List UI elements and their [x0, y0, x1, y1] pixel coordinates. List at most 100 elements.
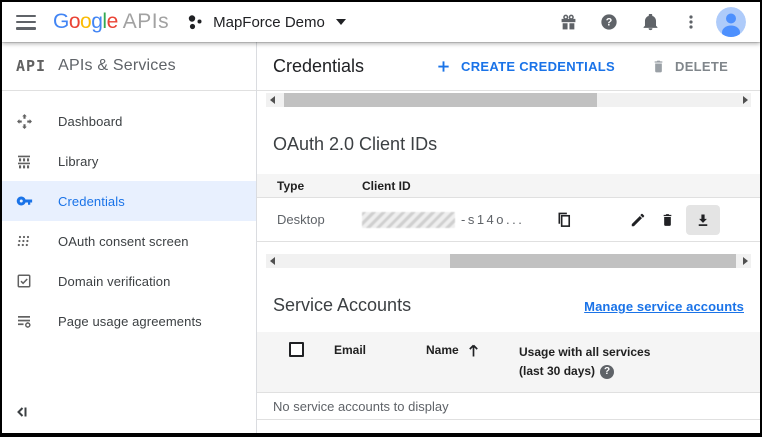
- sidebar-item-dashboard[interactable]: Dashboard: [2, 101, 256, 141]
- oauth-client-row: Desktop -s14o...: [257, 198, 760, 242]
- usage-help-icon[interactable]: ?: [600, 365, 614, 379]
- copy-client-id-button[interactable]: [556, 211, 573, 229]
- logo-letter: o: [69, 10, 80, 34]
- client-type-cell: Desktop: [277, 212, 362, 227]
- logo-letter: G: [53, 10, 69, 34]
- pencil-icon: [630, 212, 646, 228]
- service-accounts-table: Email Name Usage with all services (last…: [257, 316, 760, 420]
- gift-icon: [560, 14, 577, 31]
- sidebar-title: APIs & Services: [58, 57, 176, 75]
- copy-icon: [556, 211, 573, 229]
- sidebar-nav: Dashboard Library: [2, 91, 256, 341]
- dashboard-icon: [16, 113, 40, 130]
- svg-text:?: ?: [606, 17, 613, 29]
- notifications-button[interactable]: [638, 10, 662, 34]
- trash-icon: [651, 58, 666, 74]
- sidebar-item-label: Library: [58, 154, 98, 169]
- client-id-suffix: -s14o...: [461, 212, 524, 227]
- scrollbar-thumb[interactable]: [450, 254, 736, 268]
- sidebar-header: API APIs & Services: [2, 42, 256, 91]
- download-client-button[interactable]: [686, 205, 720, 235]
- google-apis-logo: Google APIs: [53, 10, 169, 34]
- sidebar-item-domain-verification[interactable]: Domain verification: [2, 261, 256, 301]
- logo-letter: o: [80, 10, 91, 34]
- chevron-down-icon: [336, 19, 346, 25]
- sidebar-item-label: Page usage agreements: [58, 314, 202, 329]
- project-selector[interactable]: MapForce Demo: [187, 14, 346, 31]
- scroll-left-arrow-icon[interactable]: [266, 254, 278, 268]
- scroll-right-arrow-icon[interactable]: [739, 93, 751, 107]
- sidebar-item-label: Domain verification: [58, 274, 170, 289]
- sort-ascending-icon: [467, 343, 480, 358]
- sidebar-item-oauth-consent-screen[interactable]: OAuth consent screen: [2, 221, 256, 261]
- sidebar-item-credentials[interactable]: Credentials: [2, 181, 256, 221]
- sidebar-item-page-usage-agreements[interactable]: Page usage agreements: [2, 301, 256, 341]
- usage-column-line2: (last 30 days): [519, 362, 595, 381]
- more-options-button[interactable]: [679, 10, 703, 34]
- scroll-left-arrow-icon[interactable]: [266, 93, 278, 107]
- sidebar-item-label: Dashboard: [58, 114, 123, 129]
- row-actions: [630, 205, 720, 235]
- plus-icon: [436, 59, 451, 74]
- scroll-right-arrow-icon[interactable]: [739, 254, 751, 268]
- topbar-actions: ?: [539, 7, 746, 37]
- oauth-table-header: Type Client ID: [257, 174, 760, 198]
- app-window: Google APIs MapForce Demo: [0, 0, 762, 437]
- collapse-sidebar-button[interactable]: [14, 401, 36, 423]
- name-column-label: Name: [426, 343, 459, 357]
- type-column-header: Type: [277, 179, 362, 193]
- oauth-clients-table: Type Client ID Desktop -s14o...: [257, 174, 760, 242]
- help-icon: ?: [600, 13, 618, 31]
- more-vert-icon: [683, 14, 699, 30]
- top-bar: Google APIs MapForce Demo: [2, 2, 760, 42]
- project-name: MapForce Demo: [213, 14, 325, 31]
- key-icon: [16, 192, 40, 210]
- checkbox-cell: [257, 342, 334, 381]
- logo-letter: g: [91, 10, 102, 34]
- project-icon: [187, 14, 204, 31]
- horizontal-scrollbar-top[interactable]: [266, 93, 751, 107]
- delete-client-button[interactable]: [660, 211, 675, 228]
- logo-suffix: APIs: [123, 10, 169, 34]
- page-usage-icon: [16, 313, 40, 329]
- horizontal-scrollbar-bottom[interactable]: [266, 254, 751, 268]
- create-credentials-button[interactable]: CREATE CREDENTIALS: [436, 59, 615, 74]
- oauth-section-title: OAuth 2.0 Client IDs: [273, 134, 744, 155]
- delete-button[interactable]: DELETE: [651, 58, 728, 74]
- hamburger-menu-icon[interactable]: [16, 15, 36, 30]
- bell-icon: [642, 14, 659, 31]
- help-button[interactable]: ?: [597, 10, 621, 34]
- scrollbar-thumb[interactable]: [284, 93, 597, 107]
- manage-service-accounts-link[interactable]: Manage service accounts: [584, 299, 744, 314]
- oauth-consent-icon: [16, 233, 40, 249]
- delete-label: DELETE: [675, 59, 728, 74]
- service-accounts-table-header: Email Name Usage with all services (last…: [257, 332, 760, 393]
- offers-button[interactable]: [556, 10, 580, 34]
- logo-letter: e: [107, 10, 118, 34]
- service-accounts-titlebar: Service Accounts Manage service accounts: [273, 295, 744, 316]
- collapse-sidebar-icon: [14, 404, 30, 420]
- name-column-header[interactable]: Name: [426, 342, 519, 381]
- sidebar: API APIs & Services Dashboard: [2, 42, 257, 433]
- service-accounts-title: Service Accounts: [273, 295, 411, 316]
- main-content: Credentials CREATE CREDENTIALS DELETE: [257, 42, 760, 433]
- create-credentials-label: CREATE CREDENTIALS: [461, 59, 615, 74]
- empty-state-row: No service accounts to display: [257, 393, 760, 420]
- empty-state-text: No service accounts to display: [273, 399, 449, 414]
- avatar[interactable]: [716, 7, 746, 37]
- client-id-cell: -s14o...: [362, 211, 630, 229]
- library-icon: [16, 153, 40, 169]
- usage-column-line1: Usage with all services: [519, 343, 760, 362]
- usage-column-header: Usage with all services (last 30 days) ?: [519, 342, 760, 381]
- content-header: Credentials CREATE CREDENTIALS DELETE: [257, 42, 760, 91]
- sidebar-item-label: OAuth consent screen: [58, 234, 189, 249]
- email-column-header: Email: [334, 342, 426, 381]
- edit-client-button[interactable]: [630, 212, 646, 228]
- sidebar-item-label: Credentials: [58, 194, 125, 209]
- select-all-checkbox[interactable]: [289, 342, 304, 357]
- trash-icon: [660, 211, 675, 228]
- sidebar-item-library[interactable]: Library: [2, 141, 256, 181]
- download-icon: [695, 212, 711, 228]
- page-title: Credentials: [273, 56, 364, 77]
- client-id-column-header: Client ID: [362, 179, 411, 193]
